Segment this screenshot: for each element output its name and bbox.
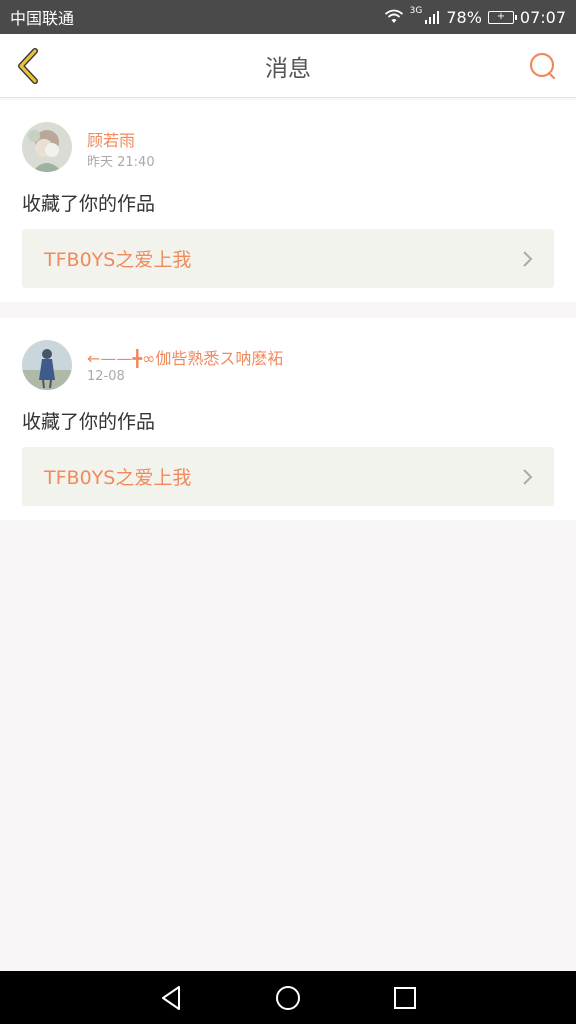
search-icon	[529, 52, 556, 80]
header-bar: 消息	[0, 34, 576, 98]
status-icons: 3G 78% + 07:07	[384, 6, 566, 27]
message-time: 12-08	[87, 369, 125, 384]
system-nav-bar	[0, 971, 576, 1024]
work-link[interactable]: TFB0YS之爱上我	[22, 229, 554, 288]
signal-icon	[425, 11, 440, 24]
work-link[interactable]: TFB0YS之爱上我	[22, 447, 554, 506]
sender-name[interactable]: 顾若雨	[87, 127, 135, 151]
message-time: 昨天 21:40	[87, 155, 155, 170]
battery-icon: +	[487, 10, 517, 24]
work-title: TFB0YS之爱上我	[44, 249, 192, 271]
wifi-icon	[384, 9, 403, 23]
search-button[interactable]	[526, 50, 558, 82]
square-recent-icon	[394, 987, 416, 1009]
message-item: ←——╋∞伽呰熟悉ス呐麽袥 12-08 收藏了你的作品 TFB0YS之爱上我	[0, 318, 576, 520]
battery-percent: 78%	[446, 7, 482, 27]
message-action-text: 收藏了你的作品	[22, 193, 156, 215]
carrier-label: 中国联通	[10, 9, 75, 28]
avatar[interactable]	[22, 340, 72, 390]
sender-name[interactable]: ←——╋∞伽呰熟悉ス呐麽袥	[87, 345, 283, 369]
avatar[interactable]	[22, 122, 72, 172]
circle-home-icon	[276, 986, 300, 1010]
page-title: 消息	[265, 56, 311, 82]
network-type-badge: 3G	[409, 6, 423, 16]
status-bar: 中国联通 3G 78% + 07:07	[0, 0, 576, 34]
nav-home-button[interactable]	[273, 983, 303, 1013]
clock: 07:07	[519, 7, 566, 27]
nav-recent-button[interactable]	[390, 983, 420, 1013]
triangle-back-icon	[162, 986, 180, 1010]
chevron-right-icon	[523, 469, 533, 485]
chevron-right-icon	[523, 251, 533, 267]
nav-back-button[interactable]	[156, 983, 186, 1013]
message-item: 顾若雨 昨天 21:40 收藏了你的作品 TFB0YS之爱上我	[0, 100, 576, 302]
message-action-text: 收藏了你的作品	[22, 411, 156, 433]
work-title: TFB0YS之爱上我	[44, 467, 192, 489]
